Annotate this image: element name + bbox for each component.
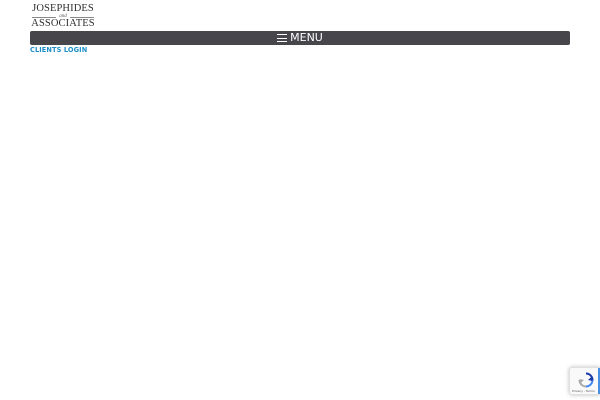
menu-toggle-button[interactable]: MENU <box>30 31 570 45</box>
clients-login-link[interactable]: CLIENTS LOGIN <box>30 46 87 54</box>
recaptcha-badge[interactable]: Privacy - Terms <box>569 367 600 395</box>
menu-label: MENU <box>290 31 323 44</box>
logo-line-2: ASSOCIATES <box>31 18 95 29</box>
recaptcha-links[interactable]: Privacy - Terms <box>572 389 595 393</box>
site-logo[interactable]: JOSEPHIDES and ASSOCIATES <box>30 3 96 29</box>
logo-line-1: JOSEPHIDES <box>32 3 94 14</box>
logo-connector: and <box>30 14 96 19</box>
recaptcha-icon <box>578 372 594 388</box>
hamburger-icon <box>277 34 288 42</box>
